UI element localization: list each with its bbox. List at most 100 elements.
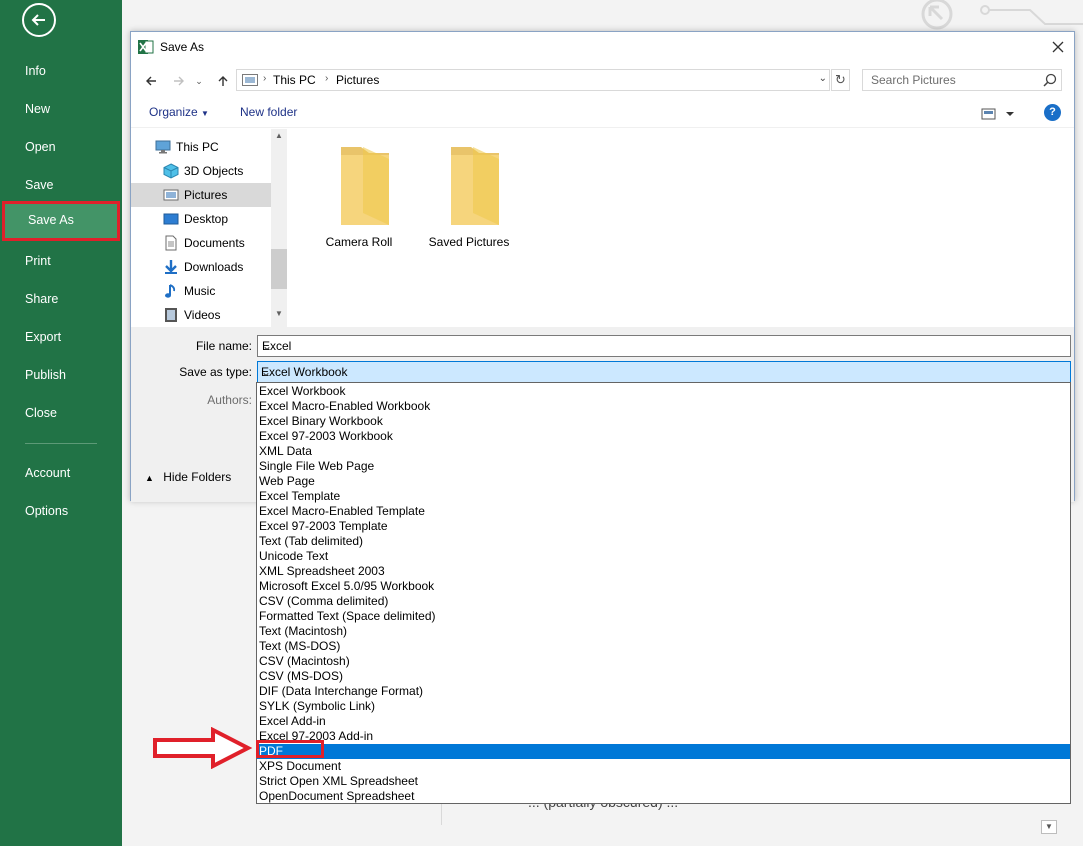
file-type-option[interactable]: Text (Macintosh) — [257, 624, 1070, 639]
save-as-type-label: Save as type: — [179, 365, 252, 379]
tree-item-downloads[interactable]: Downloads — [131, 255, 271, 279]
folder-icon — [341, 147, 389, 225]
tree-label: 3D Objects — [184, 164, 244, 178]
file-type-option[interactable]: Formatted Text (Space delimited) — [257, 609, 1070, 624]
file-type-option[interactable]: Single File Web Page — [257, 459, 1070, 474]
sidebar-item-export[interactable]: Export — [0, 318, 122, 356]
file-type-option[interactable]: XPS Document — [257, 759, 1070, 774]
file-type-option[interactable]: Excel Binary Workbook — [257, 414, 1070, 429]
sidebar-item-options[interactable]: Options — [0, 492, 122, 530]
tree-item-desktop[interactable]: Desktop — [131, 207, 271, 231]
file-type-option[interactable]: Text (Tab delimited) — [257, 534, 1070, 549]
forward-nav-button[interactable] — [169, 71, 189, 91]
tree-item-videos[interactable]: Videos — [131, 303, 271, 327]
sidebar-divider — [25, 443, 97, 444]
search-input[interactable]: Search Pictures — [862, 69, 1062, 91]
download-icon — [165, 260, 177, 274]
change-view-button[interactable] — [981, 106, 1017, 122]
music-icon — [165, 284, 176, 298]
cube-icon — [163, 163, 179, 179]
tree-item-pictures[interactable]: Pictures — [131, 183, 271, 207]
dialog-title-bar[interactable]: Save As — [131, 32, 1074, 62]
scroll-down-icon[interactable]: ▼ — [271, 309, 287, 323]
file-type-option[interactable]: Excel 97-2003 Template — [257, 519, 1070, 534]
red-arrow-icon — [153, 727, 253, 769]
sidebar-item-share[interactable]: Share — [0, 280, 122, 318]
file-type-option[interactable]: PDF — [257, 744, 1070, 759]
organize-button[interactable]: Organize ▼ — [149, 105, 209, 119]
file-type-option[interactable]: CSV (Macintosh) — [257, 654, 1070, 669]
back-button[interactable] — [22, 3, 56, 37]
sidebar-item-info[interactable]: Info — [0, 52, 122, 90]
tree-label: Documents — [184, 236, 245, 250]
file-type-option[interactable]: Excel Workbook — [257, 384, 1070, 399]
background-scroll-down-button[interactable]: ▼ — [1041, 820, 1057, 834]
sidebar-item-close[interactable]: Close — [0, 394, 122, 432]
file-type-option[interactable]: Excel Template — [257, 489, 1070, 504]
file-type-option[interactable]: DIF (Data Interchange Format) — [257, 684, 1070, 699]
sidebar-item-save-as[interactable]: Save As — [2, 201, 120, 241]
file-type-option[interactable]: Excel Macro-Enabled Template — [257, 504, 1070, 519]
chevron-down-icon[interactable]: ⌄ — [819, 73, 827, 84]
pictures-icon — [163, 189, 179, 201]
file-type-option[interactable]: Excel 97-2003 Add-in — [257, 729, 1070, 744]
file-type-option[interactable]: OpenDocument Spreadsheet — [257, 789, 1070, 804]
authors-label: Authors: — [207, 393, 252, 407]
help-button[interactable]: ? — [1044, 104, 1061, 121]
sidebar-item-account[interactable]: Account — [0, 454, 122, 492]
folder-item[interactable]: Saved Pictures — [419, 129, 519, 249]
file-type-option[interactable]: Excel Add-in — [257, 714, 1070, 729]
arrow-up-icon — [218, 76, 228, 86]
file-type-option[interactable]: CSV (MS-DOS) — [257, 669, 1070, 684]
tree-label: Pictures — [184, 188, 228, 202]
address-bar[interactable]: › This PC › Pictures ⌄ — [236, 69, 830, 91]
dropdown-triangle-icon: ▼ — [201, 109, 209, 118]
close-button[interactable] — [1042, 32, 1074, 62]
video-icon — [165, 308, 177, 322]
file-type-option[interactable]: Unicode Text — [257, 549, 1070, 564]
excel-icon — [138, 40, 154, 54]
file-type-option[interactable]: SYLK (Symbolic Link) — [257, 699, 1070, 714]
up-button[interactable] — [213, 71, 233, 91]
file-type-option[interactable]: Web Page — [257, 474, 1070, 489]
breadcrumb-this-pc[interactable]: This PC — [273, 73, 316, 87]
search-icon — [1043, 73, 1057, 87]
file-type-option[interactable]: Excel 97-2003 Workbook — [257, 429, 1070, 444]
tree-label: This PC — [176, 140, 219, 154]
scroll-up-icon[interactable]: ▲ — [271, 131, 287, 145]
tree-item-documents[interactable]: Documents — [131, 231, 271, 255]
new-folder-button[interactable]: New folder — [240, 105, 297, 119]
chevron-down-icon[interactable]: ⌄ — [262, 339, 1066, 353]
file-type-option[interactable]: XML Spreadsheet 2003 — [257, 564, 1070, 579]
navigation-row: ⌄ › This PC › Pictures ⌄ ↻ Search Pictur… — [131, 68, 1074, 94]
breadcrumb-pictures[interactable]: Pictures — [336, 73, 379, 87]
file-type-option[interactable]: Text (MS-DOS) — [257, 639, 1070, 654]
tree-item-this-pc[interactable]: This PC — [131, 135, 271, 159]
scrollbar-thumb[interactable] — [271, 249, 287, 289]
sidebar-item-print[interactable]: Print — [0, 242, 122, 280]
file-type-option[interactable]: Excel Macro-Enabled Workbook — [257, 399, 1070, 414]
file-name-input[interactable]: Excel ⌄ — [257, 335, 1071, 357]
back-nav-button[interactable] — [141, 71, 161, 91]
computer-icon — [155, 140, 171, 154]
file-type-option[interactable]: CSV (Comma delimited) — [257, 594, 1070, 609]
navigation-scrollbar[interactable]: ▲ ▼ — [271, 129, 287, 327]
sidebar-item-publish[interactable]: Publish — [0, 356, 122, 394]
tree-item-3d-objects[interactable]: 3D Objects — [131, 159, 271, 183]
file-type-dropdown-list: Excel Workbook Excel Macro-Enabled Workbo… — [256, 382, 1071, 804]
sidebar-item-new[interactable]: New — [0, 90, 122, 128]
recent-locations-button[interactable]: ⌄ — [193, 71, 205, 91]
tree-item-music[interactable]: Music — [131, 279, 271, 303]
file-type-option[interactable]: Strict Open XML Spreadsheet — [257, 774, 1070, 789]
dialog-toolbar: Organize ▼ New folder ? — [131, 98, 1074, 128]
breadcrumb-separator-icon: › — [325, 73, 329, 84]
sidebar-item-open[interactable]: Open — [0, 128, 122, 166]
save-as-type-select[interactable]: Excel Workbook ⌄ — [257, 361, 1071, 383]
chevron-down-icon[interactable]: ⌄ — [261, 365, 1066, 379]
refresh-button[interactable]: ↻ — [831, 69, 850, 91]
folder-item[interactable]: Camera Roll — [309, 129, 409, 249]
hide-folders-button[interactable]: ▲ Hide Folders — [145, 470, 231, 484]
file-type-option[interactable]: XML Data — [257, 444, 1070, 459]
file-type-option[interactable]: Microsoft Excel 5.0/95 Workbook — [257, 579, 1070, 594]
sidebar-item-save[interactable]: Save — [0, 166, 122, 204]
